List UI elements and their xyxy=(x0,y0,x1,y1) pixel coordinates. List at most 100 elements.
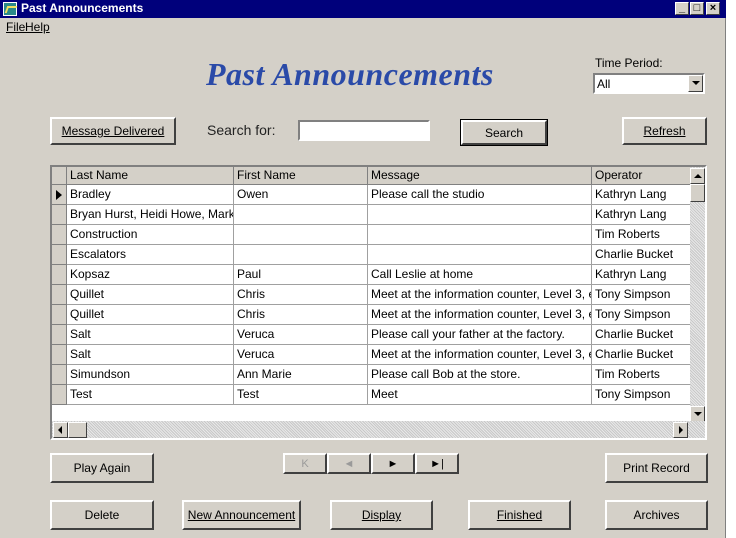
table-row[interactable]: Salt Veruca Meet at the information coun… xyxy=(52,345,692,365)
cell-first-name[interactable]: Test xyxy=(234,385,368,405)
cell-message[interactable]: Please call your father at the factory. xyxy=(368,325,592,345)
cell-operator[interactable]: Kathryn Lang xyxy=(592,265,692,285)
cell-first-name[interactable]: Chris xyxy=(234,285,368,305)
cell-last-name[interactable]: Salt xyxy=(67,325,234,345)
row-selector[interactable] xyxy=(52,265,67,285)
cell-message[interactable]: Meet at the information counter, Level 3… xyxy=(368,305,592,325)
table-row[interactable]: Bryan Hurst, Heidi Howe, Mark Kathryn La… xyxy=(52,205,692,225)
table-row[interactable]: Bradley Owen Please call the studio Kath… xyxy=(52,185,692,205)
table-row[interactable]: Escalators Charlie Bucket xyxy=(52,245,692,265)
cell-message[interactable]: Call Leslie at home xyxy=(368,265,592,285)
cell-first-name[interactable]: Veruca xyxy=(234,325,368,345)
cell-operator[interactable]: Charlie Bucket xyxy=(592,345,692,365)
vertical-scroll-thumb[interactable] xyxy=(690,184,705,202)
cell-first-name[interactable]: Paul xyxy=(234,265,368,285)
cell-operator[interactable]: Kathryn Lang xyxy=(592,185,692,205)
cell-first-name[interactable] xyxy=(234,225,368,245)
cell-message[interactable] xyxy=(368,225,592,245)
row-selector[interactable] xyxy=(52,245,67,265)
cell-last-name[interactable]: Construction xyxy=(67,225,234,245)
row-selector[interactable] xyxy=(52,345,67,365)
column-header-operator[interactable]: Operator xyxy=(592,167,692,185)
row-selector[interactable] xyxy=(52,385,67,405)
cell-first-name[interactable] xyxy=(234,205,368,225)
cell-operator[interactable]: Tim Roberts xyxy=(592,225,692,245)
cell-last-name[interactable]: Test xyxy=(67,385,234,405)
cell-last-name[interactable]: Bradley xyxy=(67,185,234,205)
cell-operator[interactable]: Kathryn Lang xyxy=(592,205,692,225)
cell-first-name[interactable] xyxy=(234,245,368,265)
delete-button[interactable]: Delete xyxy=(50,500,154,530)
search-button[interactable]: Search xyxy=(460,119,548,146)
cell-operator[interactable]: Tony Simpson xyxy=(592,305,692,325)
cell-message[interactable]: Meet at the information counter, Level 3… xyxy=(368,285,592,305)
maximize-button[interactable]: □ xyxy=(690,2,704,15)
announcements-table[interactable]: Last Name First Name Message Operator Br… xyxy=(50,165,707,440)
next-record-button[interactable]: ► xyxy=(371,453,415,474)
cell-operator[interactable]: Tony Simpson xyxy=(592,385,692,405)
scroll-right-button[interactable] xyxy=(673,422,688,438)
row-selector[interactable] xyxy=(52,205,67,225)
row-selector[interactable] xyxy=(52,365,67,385)
cell-last-name[interactable]: Escalators xyxy=(67,245,234,265)
cell-last-name[interactable]: Kopsaz xyxy=(67,265,234,285)
cell-last-name[interactable]: Bryan Hurst, Heidi Howe, Mark xyxy=(67,205,234,225)
table-row[interactable]: Kopsaz Paul Call Leslie at home Kathryn … xyxy=(52,265,692,285)
row-selector[interactable] xyxy=(52,185,67,205)
dropdown-arrow-icon[interactable] xyxy=(688,75,703,92)
display-button[interactable]: Display xyxy=(330,500,433,530)
close-button[interactable]: × xyxy=(706,2,720,15)
row-selector[interactable] xyxy=(52,285,67,305)
cell-last-name[interactable]: Simundson xyxy=(67,365,234,385)
row-selector[interactable] xyxy=(52,305,67,325)
scroll-up-button[interactable] xyxy=(690,168,705,184)
time-period-select[interactable]: All xyxy=(593,73,705,94)
cell-operator[interactable]: Tim Roberts xyxy=(592,365,692,385)
last-record-button[interactable]: ►| xyxy=(415,453,459,474)
cell-last-name[interactable]: Salt xyxy=(67,345,234,365)
new-announcement-button[interactable]: New Announcement xyxy=(182,500,301,530)
cell-first-name[interactable]: Ann Marie xyxy=(234,365,368,385)
cell-message[interactable]: Please call Bob at the store. xyxy=(368,365,592,385)
row-selector[interactable] xyxy=(52,225,67,245)
menu-help[interactable]: Help xyxy=(25,20,50,34)
column-header-first-name[interactable]: First Name xyxy=(234,167,368,185)
table-row[interactable]: Salt Veruca Please call your father at t… xyxy=(52,325,692,345)
row-selector[interactable] xyxy=(52,325,67,345)
cell-first-name[interactable]: Owen xyxy=(234,185,368,205)
cell-first-name[interactable]: Veruca xyxy=(234,345,368,365)
cell-message[interactable]: Please call the studio xyxy=(368,185,592,205)
cell-operator[interactable]: Tony Simpson xyxy=(592,285,692,305)
search-input[interactable] xyxy=(298,120,430,141)
finished-button[interactable]: Finished xyxy=(468,500,571,530)
table-row[interactable]: Test Test Meet Tony Simpson xyxy=(52,385,692,405)
previous-record-button[interactable]: ◄ xyxy=(327,453,371,474)
vertical-scrollbar[interactable] xyxy=(690,167,705,423)
column-header-last-name[interactable]: Last Name xyxy=(67,167,234,185)
cell-message[interactable]: Meet at the information counter, Level 3… xyxy=(368,345,592,365)
scroll-left-button[interactable] xyxy=(53,422,68,438)
cell-last-name[interactable]: Quillet xyxy=(67,305,234,325)
archives-button[interactable]: Archives xyxy=(605,500,708,530)
minimize-button[interactable]: _ xyxy=(675,2,689,15)
cell-message[interactable] xyxy=(368,245,592,265)
cell-message[interactable] xyxy=(368,205,592,225)
cell-last-name[interactable]: Quillet xyxy=(67,285,234,305)
cell-message[interactable]: Meet xyxy=(368,385,592,405)
first-record-button[interactable]: K xyxy=(283,453,327,474)
cell-operator[interactable]: Charlie Bucket xyxy=(592,325,692,345)
print-record-button[interactable]: Print Record xyxy=(605,453,708,483)
cell-first-name[interactable]: Chris xyxy=(234,305,368,325)
table-row[interactable]: Quillet Chris Meet at the information co… xyxy=(52,285,692,305)
cell-operator[interactable]: Charlie Bucket xyxy=(592,245,692,265)
table-row[interactable]: Construction Tim Roberts xyxy=(52,225,692,245)
refresh-button[interactable]: Refresh xyxy=(622,117,707,145)
menu-file[interactable]: File xyxy=(6,20,25,34)
horizontal-scrollbar[interactable] xyxy=(52,421,705,438)
column-header-message[interactable]: Message xyxy=(368,167,592,185)
table-row[interactable]: Quillet Chris Meet at the information co… xyxy=(52,305,692,325)
message-delivered-button[interactable]: Message Delivered xyxy=(50,117,176,145)
play-again-button[interactable]: Play Again xyxy=(50,453,154,483)
table-row[interactable]: Simundson Ann Marie Please call Bob at t… xyxy=(52,365,692,385)
horizontal-scroll-thumb[interactable] xyxy=(68,422,87,438)
